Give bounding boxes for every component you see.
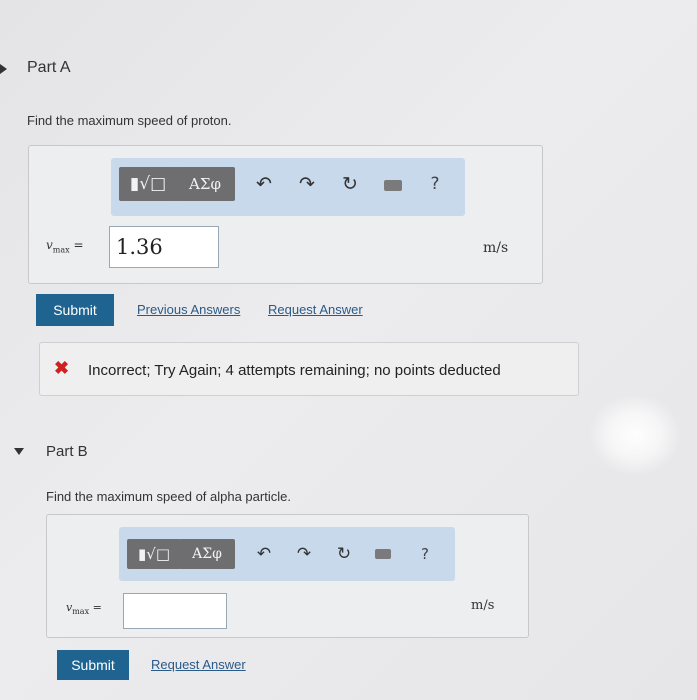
reset-icon[interactable]: ↻ xyxy=(338,170,362,198)
part-b-variable-label: vmax = xyxy=(66,601,102,616)
part-b-prompt: Find the maximum speed of alpha particle… xyxy=(46,489,291,504)
redo-icon[interactable]: ↷ xyxy=(293,540,315,568)
templates-button[interactable]: ▮√□ xyxy=(127,539,181,569)
equals-sign: = xyxy=(73,238,84,252)
reset-icon[interactable]: ↻ xyxy=(333,540,355,568)
redo-icon[interactable]: ↷ xyxy=(295,170,319,198)
screen-glare xyxy=(590,395,680,475)
undo-icon[interactable]: ↶ xyxy=(253,540,275,568)
part-a-title[interactable]: Part A xyxy=(27,59,71,77)
keyboard-icon[interactable] xyxy=(384,180,402,191)
part-b-request-answer-link[interactable]: Request Answer xyxy=(151,657,246,672)
incorrect-x-icon: ✖ xyxy=(54,358,70,378)
help-icon[interactable]: ? xyxy=(415,540,435,568)
keyboard-icon[interactable] xyxy=(375,549,391,559)
part-b-collapse-arrow-icon[interactable] xyxy=(14,448,24,455)
part-b-title[interactable]: Part B xyxy=(46,443,88,460)
help-icon[interactable]: ? xyxy=(425,170,445,198)
variable-subscript: max xyxy=(52,245,70,255)
part-a-request-answer-link[interactable]: Request Answer xyxy=(268,302,363,317)
part-b-unit-label: m/s xyxy=(471,598,495,613)
templates-button[interactable]: ▮√□ xyxy=(119,167,177,201)
part-a-math-toolbar: ▮√□ ΑΣφ ↶ ↷ ↻ ? xyxy=(111,158,465,216)
part-b-submit-button[interactable]: Submit xyxy=(57,650,129,680)
part-a-variable-label: vmax = xyxy=(46,238,84,254)
variable-symbol: v xyxy=(46,238,53,252)
previous-answers-link[interactable]: Previous Answers xyxy=(137,302,240,317)
equals-sign: = xyxy=(92,601,102,614)
part-a-submit-button[interactable]: Submit xyxy=(36,294,114,326)
greek-symbols-button[interactable]: ΑΣφ xyxy=(179,539,235,569)
part-b-answer-box: ▮√□ ΑΣφ ↶ ↷ ↻ ? vmax = m/s xyxy=(46,514,529,638)
greek-symbols-button[interactable]: ΑΣφ xyxy=(175,167,235,201)
undo-icon[interactable]: ↶ xyxy=(252,170,276,198)
part-a-prompt: Find the maximum speed of proton. xyxy=(27,113,232,128)
part-a-feedback-box: ✖ Incorrect; Try Again; 4 attempts remai… xyxy=(39,342,579,396)
part-b-answer-input[interactable] xyxy=(123,593,227,629)
part-a-answer-input[interactable]: 1.36 xyxy=(109,226,219,268)
feedback-message: Incorrect; Try Again; 4 attempts remaini… xyxy=(88,362,501,379)
variable-subscript: max xyxy=(72,607,90,617)
part-a-unit-label: m/s xyxy=(483,240,509,256)
part-a-collapse-arrow-icon[interactable] xyxy=(0,64,7,74)
part-a-answer-box: ▮√□ ΑΣφ ↶ ↷ ↻ ? vmax = 1.36 m/s xyxy=(28,145,543,284)
part-b-math-toolbar: ▮√□ ΑΣφ ↶ ↷ ↻ ? xyxy=(119,527,455,581)
